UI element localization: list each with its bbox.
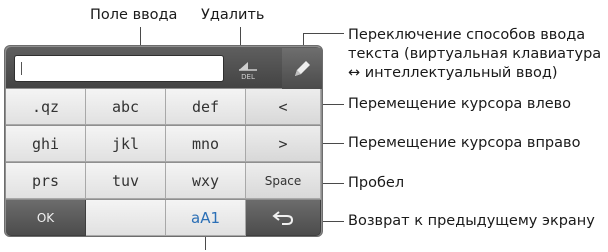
return-arrow-icon <box>272 210 294 225</box>
space-button[interactable]: Space <box>246 163 321 199</box>
label-cursor-right: Перемещение курсора вправо <box>348 135 581 151</box>
key-abc[interactable]: abc <box>86 89 166 125</box>
label-back: Возврат к предыдущему экрану <box>348 213 595 229</box>
key-jkl[interactable]: jkl <box>86 126 166 162</box>
input-mode-key[interactable]: aA1 <box>166 200 246 236</box>
key-qz[interactable]: .qz <box>6 89 86 125</box>
label-space: Пробел <box>348 175 405 191</box>
text-input-field[interactable] <box>14 55 224 82</box>
key-mno[interactable]: mno <box>166 126 246 162</box>
delete-button[interactable]: DEL <box>229 48 266 89</box>
pencil-icon <box>295 60 310 76</box>
text-caret <box>21 62 22 75</box>
cursor-right-button[interactable]: > <box>246 126 321 162</box>
key-prs[interactable]: prs <box>6 163 86 199</box>
input-mode-label: aA1 <box>191 208 220 227</box>
key-tuv[interactable]: tuv <box>86 163 166 199</box>
key-wxy[interactable]: wxy <box>166 163 246 199</box>
keyboard-top-bar: DEL <box>6 47 322 89</box>
back-button[interactable] <box>246 200 321 236</box>
backspace-del-icon: DEL <box>238 61 257 81</box>
ok-button[interactable]: OK <box>6 200 86 236</box>
label-mode-switch-3: ↔ интеллектуальный ввод) <box>348 65 558 81</box>
virtual-keyboard: DEL .qz abc def < ghi jkl mno > prs tuv … <box>4 45 323 237</box>
leader-mode-h <box>303 33 344 34</box>
input-mode-switch-button[interactable] <box>282 48 322 89</box>
key-empty[interactable] <box>86 200 166 236</box>
label-mode-switch-1: Переключение способов ввода <box>348 27 586 43</box>
cursor-left-button[interactable]: < <box>246 89 321 125</box>
label-input-field: Поле ввода <box>90 7 178 23</box>
label-mode-switch-2: текста (виртуальная клавиатура <box>348 46 602 62</box>
key-ghi[interactable]: ghi <box>6 126 86 162</box>
key-def[interactable]: def <box>166 89 246 125</box>
space-label: Space <box>264 173 302 188</box>
label-cursor-left: Перемещение курсора влево <box>348 96 572 112</box>
ok-label: OK <box>36 210 55 225</box>
delete-key-label: DEL <box>241 73 255 81</box>
label-delete: Удалить <box>201 7 265 23</box>
